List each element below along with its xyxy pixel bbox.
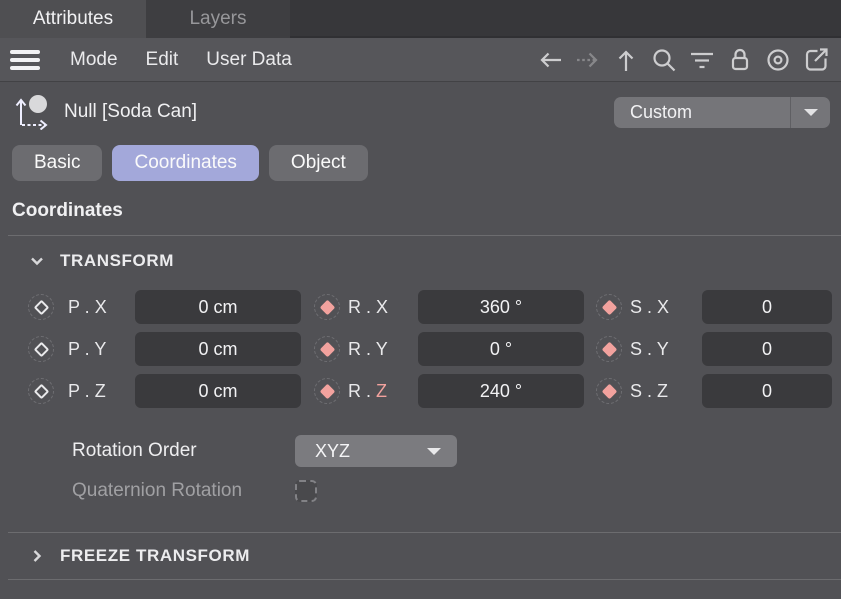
transform-cell-p-y: P . Y 0 cm — [28, 332, 301, 366]
keyframe-toggle-r-x[interactable] — [314, 294, 340, 320]
section-tabs: Basic Coordinates Object — [0, 145, 841, 181]
transform-row: P . Z 0 cm R . Z 240 ° S . Z 0 — [28, 374, 841, 408]
menu-edit[interactable]: Edit — [132, 43, 193, 77]
keyframe-diamond-filled-icon — [601, 341, 617, 357]
transform-cell-r-z: R . Z 240 ° — [314, 374, 584, 408]
transform-cell-p-x: P . X 0 cm — [28, 290, 301, 324]
keyframe-toggle-s-x[interactable] — [596, 294, 622, 320]
param-label-p-y: P . Y — [68, 339, 126, 360]
tab-coordinates[interactable]: Coordinates — [112, 145, 258, 181]
keyframe-toggle-s-y[interactable] — [596, 336, 622, 362]
rotation-order-value: XYZ — [295, 441, 427, 462]
chevron-down-icon — [28, 252, 46, 270]
transform-row: P . X 0 cm R . X 360 ° S . X 0 — [28, 290, 841, 324]
panel-tab-bar: Attributes Layers — [0, 0, 841, 38]
external-link-icon[interactable] — [797, 43, 835, 77]
tab-attributes[interactable]: Attributes — [0, 0, 146, 38]
keyframe-toggle-r-y[interactable] — [314, 336, 340, 362]
keyframe-diamond-hollow-icon — [33, 341, 49, 357]
search-icon[interactable] — [645, 43, 683, 77]
back-arrow-icon[interactable] — [531, 43, 569, 77]
keyframe-diamond-hollow-icon — [33, 383, 49, 399]
rotation-order-dropdown[interactable]: XYZ — [295, 435, 457, 467]
value-field-r-z[interactable]: 240 ° — [418, 374, 584, 408]
rotation-order-label: Rotation Order — [72, 440, 295, 462]
transform-section-header[interactable]: TRANSFORM — [0, 236, 841, 271]
tab-basic[interactable]: Basic — [12, 145, 102, 181]
object-header: Null [Soda Can] Custom — [0, 86, 841, 138]
transform-grid: P . X 0 cm R . X 360 ° S . X 0 P . Y 0 cm R . Y 0… — [0, 290, 841, 408]
object-title: Null [Soda Can] — [64, 101, 197, 123]
transform-cell-r-y: R . Y 0 ° — [314, 332, 584, 366]
quaternion-rotation-label: Quaternion Rotation — [72, 480, 295, 502]
chevron-down-icon — [427, 448, 441, 455]
param-label-r-x: R . X — [348, 297, 406, 318]
keyframe-diamond-filled-icon — [601, 383, 617, 399]
keyframe-diamond-filled-icon — [319, 383, 335, 399]
preset-dropdown[interactable]: Custom — [614, 97, 830, 128]
menu-bar: Mode Edit User Data — [0, 38, 841, 82]
lock-icon[interactable] — [721, 43, 759, 77]
chevron-down-icon[interactable] — [791, 109, 830, 116]
value-field-r-y[interactable]: 0 ° — [418, 332, 584, 366]
keyframe-diamond-filled-icon — [319, 299, 335, 315]
preset-dropdown-value: Custom — [614, 102, 790, 123]
value-field-s-z[interactable]: 0 — [702, 374, 832, 408]
filter-icon[interactable] — [683, 43, 721, 77]
keyframe-diamond-filled-icon — [319, 341, 335, 357]
tab-layers[interactable]: Layers — [146, 0, 290, 38]
panel-tab-bar-rest: Layers — [146, 0, 841, 38]
param-label-p-x: P . X — [68, 297, 126, 318]
transform-cell-s-x: S . X 0 — [596, 290, 832, 324]
tab-object[interactable]: Object — [269, 145, 368, 181]
divider — [8, 579, 841, 580]
keyframe-toggle-p-z[interactable] — [28, 378, 54, 404]
keyframe-toggle-s-z[interactable] — [596, 378, 622, 404]
chevron-right-icon — [28, 547, 46, 565]
transform-row: P . Y 0 cm R . Y 0 ° S . Y 0 — [28, 332, 841, 366]
param-label-s-z: S . Z — [630, 381, 688, 402]
up-arrow-icon[interactable] — [607, 43, 645, 77]
value-field-p-z[interactable]: 0 cm — [135, 374, 301, 408]
transform-cell-r-x: R . X 360 ° — [314, 290, 584, 324]
param-label-r-z: R . Z — [348, 381, 406, 402]
menu-user-data[interactable]: User Data — [192, 43, 306, 77]
quaternion-rotation-row: Quaternion Rotation — [72, 480, 841, 502]
forward-arrow-icon[interactable] — [569, 43, 607, 77]
hamburger-menu-icon[interactable] — [10, 47, 44, 73]
param-label-r-y: R . Y — [348, 339, 406, 360]
value-field-p-y[interactable]: 0 cm — [135, 332, 301, 366]
param-label-p-z: P . Z — [68, 381, 126, 402]
value-field-s-y[interactable]: 0 — [702, 332, 832, 366]
transform-cell-p-z: P . Z 0 cm — [28, 374, 301, 408]
value-field-s-x[interactable]: 0 — [702, 290, 832, 324]
freeze-transform-section-title: FREEZE TRANSFORM — [60, 546, 250, 566]
keyframe-toggle-p-y[interactable] — [28, 336, 54, 362]
page-title: Coordinates — [12, 200, 841, 222]
keyframe-toggle-r-z[interactable] — [314, 378, 340, 404]
target-icon[interactable] — [759, 43, 797, 77]
keyframe-toggle-p-x[interactable] — [28, 294, 54, 320]
param-label-s-y: S . Y — [630, 339, 688, 360]
value-field-p-x[interactable]: 0 cm — [135, 290, 301, 324]
transform-cell-s-y: S . Y 0 — [596, 332, 832, 366]
quaternion-rotation-checkbox[interactable] — [295, 480, 317, 502]
keyframe-diamond-filled-icon — [601, 299, 617, 315]
value-field-r-x[interactable]: 360 ° — [418, 290, 584, 324]
null-object-axis-icon — [12, 94, 52, 130]
attribute-manager-panel: Attributes Layers Mode Edit User Data — [0, 0, 841, 599]
transform-cell-s-z: S . Z 0 — [596, 374, 832, 408]
param-label-s-x: S . X — [630, 297, 688, 318]
keyframe-diamond-hollow-icon — [33, 299, 49, 315]
transform-section-title: TRANSFORM — [60, 251, 174, 271]
menu-mode[interactable]: Mode — [56, 43, 132, 77]
rotation-order-row: Rotation Order XYZ — [72, 435, 841, 467]
freeze-transform-section-header[interactable]: FREEZE TRANSFORM — [0, 533, 841, 579]
